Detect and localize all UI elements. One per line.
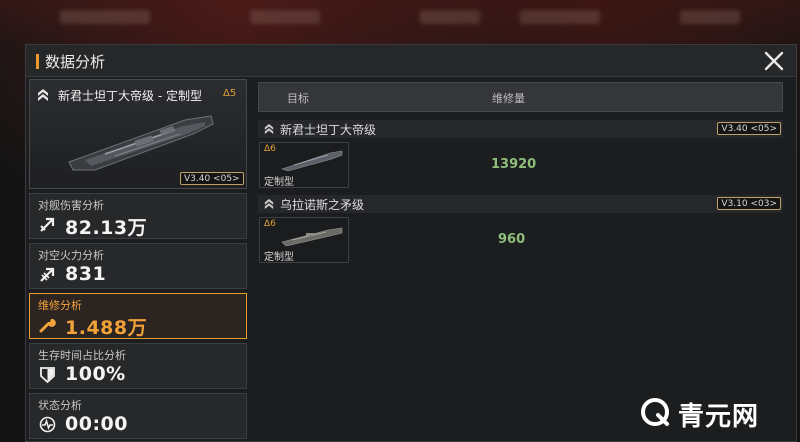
ship-name: 新君士坦丁大帝级 - 定制型: [58, 89, 202, 103]
column-target: 目标: [287, 92, 309, 105]
column-repair-amount: 维修量: [492, 92, 525, 105]
antiair-arrow-icon: [40, 267, 55, 282]
stat-survival-time[interactable]: 生存时间占比分析 100%: [29, 343, 247, 389]
ship-thumbnail: [281, 150, 343, 171]
stat-label: 维修分析: [38, 299, 82, 312]
stat-value: 82.13万: [65, 217, 148, 239]
stat-label: 状态分析: [38, 399, 82, 412]
watermark-logo-icon: [641, 398, 669, 426]
group-version-badge: V3.40 <05>: [717, 122, 781, 135]
shield-icon: [40, 367, 55, 383]
stat-label: 对舰伤害分析: [38, 199, 104, 212]
target-type: 定制型: [264, 252, 294, 263]
stat-value: 100%: [65, 363, 126, 385]
stat-value: 831: [65, 263, 107, 285]
repair-amount-value: 13920: [491, 157, 537, 172]
target-tier: Δ6: [264, 219, 276, 229]
rank-chevron-icon: [264, 199, 274, 209]
group-ship-name: 乌拉诺斯之矛级: [280, 198, 365, 212]
damage-arrow-icon: [40, 217, 55, 232]
target-ship-card[interactable]: Δ6 定制型: [259, 217, 349, 263]
stat-anti-ship-damage[interactable]: 对舰伤害分析 82.13万: [29, 193, 247, 239]
stat-status[interactable]: 状态分析 00:00: [29, 393, 247, 439]
table-header: 目标 维修量: [258, 82, 783, 112]
stat-repair[interactable]: 维修分析 1.488万: [29, 293, 247, 339]
rank-chevron-icon: [38, 89, 48, 101]
target-ship-card[interactable]: Δ6 定制型: [259, 142, 349, 188]
ship-thumbnail: [281, 227, 343, 246]
group-header: 新君士坦丁大帝级 V3.40 <05>: [258, 120, 783, 138]
rank-chevron-icon: [264, 124, 274, 134]
watermark-text: 青元网: [678, 402, 760, 432]
close-icon: [764, 51, 784, 71]
target-type: 定制型: [264, 177, 294, 188]
stat-value: 00:00: [65, 413, 128, 435]
repair-amount-value: 960: [498, 232, 526, 247]
stat-label: 生存时间占比分析: [38, 349, 126, 362]
ship-card[interactable]: 新君士坦丁大帝级 - 定制型 Δ5 V3.40 <05>: [29, 79, 247, 189]
wrench-icon: [39, 318, 56, 333]
data-analysis-panel: 数据分析 新君士坦丁大帝级 - 定制型 Δ5 V3.40 <05> 对舰伤害分析: [25, 44, 797, 442]
group-ship-name: 新君士坦丁大帝级: [280, 123, 377, 137]
blurred-top-bar: [0, 0, 800, 46]
ship-version-badge: V3.40 <05>: [180, 172, 244, 185]
status-pulse-icon: [39, 416, 56, 433]
group-header: 乌拉诺斯之矛级 V3.10 <03>: [258, 195, 783, 213]
stat-anti-air-firepower[interactable]: 对空火力分析 831: [29, 243, 247, 289]
stat-label: 对空火力分析: [38, 249, 104, 262]
close-button[interactable]: [760, 47, 788, 75]
title-accent-bar: [36, 54, 39, 69]
target-tier: Δ6: [264, 144, 276, 154]
ship-tier: Δ5: [223, 88, 237, 99]
stat-value: 1.488万: [65, 317, 148, 339]
panel-header: 数据分析: [26, 45, 796, 77]
group-version-badge: V3.10 <03>: [717, 197, 781, 210]
panel-title: 数据分析: [45, 53, 106, 71]
ship-image: [68, 115, 214, 171]
